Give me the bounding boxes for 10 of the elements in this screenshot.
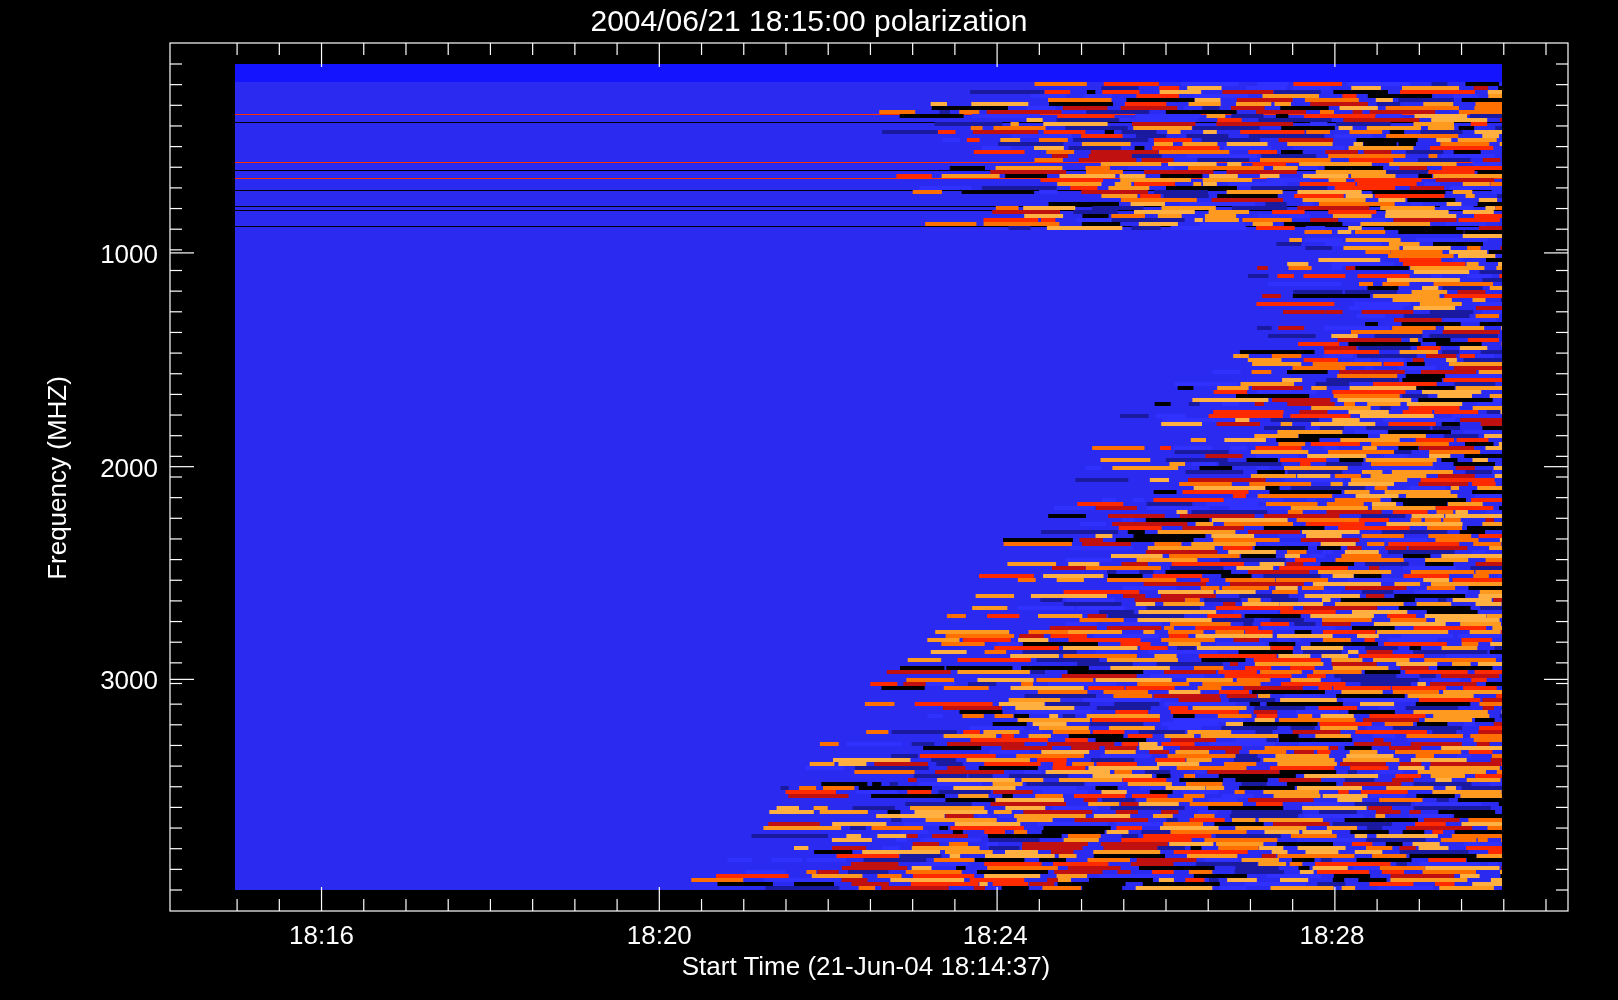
- x-tick-label: 18:20: [626, 920, 692, 950]
- y-tick-label: 3000: [100, 665, 158, 696]
- x-axis-label: Start Time (21-Jun-04 18:14:37): [681, 951, 1051, 981]
- chart-title: 2004/06/21 18:15:00 polarization: [590, 4, 1028, 37]
- x-tick-label: 18:16: [289, 920, 355, 950]
- y-tick-label: 2000: [100, 452, 158, 483]
- x-tick-label: 18:24: [962, 920, 1028, 950]
- y-tick-label: 1000: [100, 238, 158, 269]
- y-axis-label: Frequency (MHZ): [42, 376, 72, 580]
- x-tick-label: 18:28: [1299, 920, 1365, 950]
